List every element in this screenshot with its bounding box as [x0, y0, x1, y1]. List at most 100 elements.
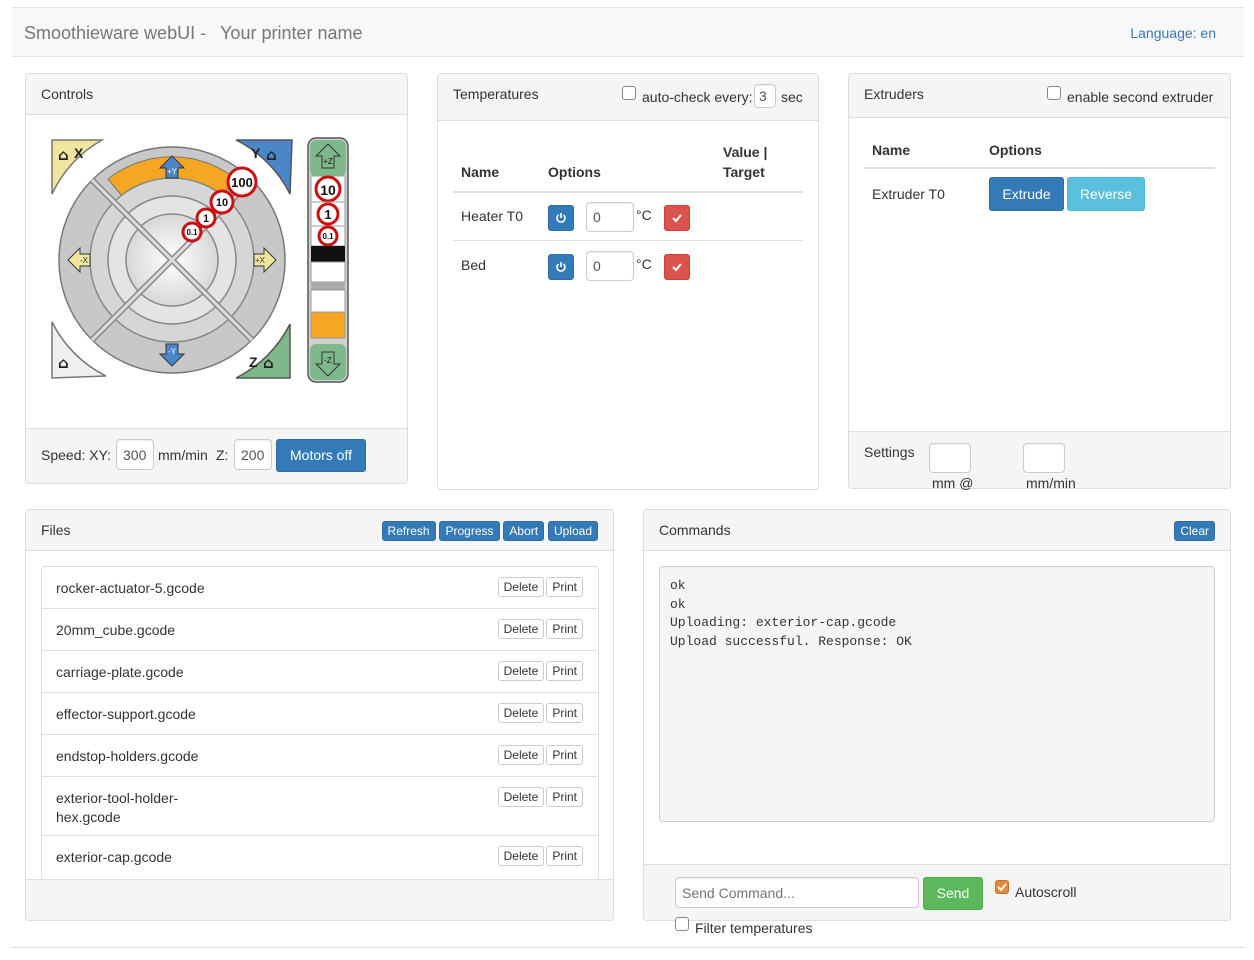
extruder-name: Extruder T0 [872, 186, 945, 202]
send-button[interactable]: Send [923, 877, 983, 910]
extrude-speed-input[interactable] [1023, 443, 1065, 473]
step-10-label: 10 [216, 197, 228, 209]
filter-temperatures-label: Filter temperatures [695, 920, 813, 936]
delete-file-button[interactable]: Delete [497, 577, 545, 597]
bed-set-button[interactable] [664, 254, 690, 280]
command-input[interactable] [675, 877, 919, 908]
print-file-button[interactable]: Print [546, 745, 583, 765]
autoscroll-checkbox[interactable] [995, 880, 1009, 894]
bed-power-button[interactable] [548, 254, 574, 280]
temp-col-options: Options [548, 164, 601, 180]
power-icon [556, 262, 566, 272]
print-file-button[interactable]: Print [546, 787, 583, 807]
file-list-item: carriage-plate.gcode Delete Print [41, 651, 597, 693]
speed-label: Speed: XY: [41, 447, 112, 463]
footer-divider [12, 947, 1244, 948]
abort-button[interactable]: Abort [503, 521, 545, 541]
z-step-01-label: 0.1 [322, 232, 334, 241]
second-extruder-label: enable second extruder [1067, 89, 1214, 105]
controls-panel: Controls +Y -Y -X +X ⌂ X Y ⌂ ⌂ Z ⌂ 100 1… [25, 73, 408, 484]
print-file-button[interactable]: Print [546, 846, 583, 866]
jog-control[interactable]: +Y -Y -X +X ⌂ X Y ⌂ ⌂ Z ⌂ 100 10 1 0.1 +… [46, 134, 358, 384]
extrude-speed-label: mm/min [1026, 475, 1076, 491]
file-list-item: effector-support.gcode Delete Print [41, 693, 597, 735]
file-name: exterior-tool-holder-hex.gcode [56, 789, 178, 827]
bed-value-input[interactable] [586, 251, 634, 281]
home-y-label: Y [251, 145, 261, 161]
delete-file-button[interactable]: Delete [497, 846, 545, 866]
check-icon [672, 263, 682, 272]
step-01-label: 0.1 [186, 228, 198, 237]
extruders-title: Extruders [864, 86, 924, 102]
autocheck-checkbox[interactable] [622, 86, 636, 100]
home-icon-z: ⌂ [263, 354, 274, 372]
extruders-footer: Settings mm @ mm/min [849, 431, 1230, 491]
print-file-button[interactable]: Print [546, 619, 583, 639]
extruder-col-name: Name [872, 142, 911, 158]
log-line: Upload successful. Response: OK [670, 633, 912, 649]
file-name-line: exterior-tool-holder- [56, 790, 179, 806]
autocheck-unit: sec [781, 89, 803, 105]
autoscroll-label: Autoscroll [1015, 884, 1077, 900]
delete-file-button[interactable]: Delete [497, 703, 545, 723]
autocheck-interval-input[interactable] [754, 84, 776, 108]
clear-button[interactable]: Clear [1174, 521, 1215, 541]
extruders-panel: Extruders enable second extruder Name Op… [848, 73, 1231, 491]
autocheck-label: auto-check every: [642, 89, 753, 105]
delete-file-button[interactable]: Delete [497, 661, 545, 681]
temperatures-title: Temperatures [453, 86, 539, 102]
heater-unit: °C [636, 207, 652, 223]
extrude-button[interactable]: Extrude [989, 177, 1064, 211]
file-name: rocker-actuator-5.gcode [56, 580, 205, 596]
heater-value-input[interactable] [586, 202, 634, 232]
heater-set-button[interactable] [664, 205, 690, 231]
delete-file-button[interactable]: Delete [497, 619, 545, 639]
delete-file-button[interactable]: Delete [497, 745, 545, 765]
extrude-mm-label: mm @ [932, 475, 974, 491]
filter-temperatures-checkbox[interactable] [675, 917, 689, 931]
minus-z-label: -Z [324, 356, 332, 365]
home-icon-all: ⌂ [58, 354, 69, 372]
z-step-1-label: 1 [324, 207, 331, 222]
extruder-col-options: Options [989, 142, 1042, 158]
files-footer [26, 879, 613, 920]
home-z-label: Z [249, 354, 258, 370]
command-log: ok ok Uploading: exterior-cap.gcode Uplo… [659, 566, 1215, 822]
minus-x-label: -X [80, 256, 89, 265]
refresh-button[interactable]: Refresh [381, 521, 436, 541]
file-list-item: endstop-holders.gcode Delete Print [41, 735, 597, 777]
motors-off-button[interactable]: Motors off [276, 439, 366, 472]
commands-heading: Commands Clear [644, 510, 1230, 551]
file-list-item: exterior-cap.gcode Delete Print [41, 836, 597, 878]
print-file-button[interactable]: Print [546, 661, 583, 681]
temp-col-target: Target [723, 164, 765, 180]
delete-file-button[interactable]: Delete [497, 787, 545, 807]
navbar: Smoothieware webUI - Your printer name La… [12, 7, 1244, 57]
second-extruder-checkbox[interactable] [1047, 86, 1061, 100]
file-name: 20mm_cube.gcode [56, 622, 176, 638]
power-icon [556, 213, 566, 223]
file-name: endstop-holders.gcode [56, 748, 199, 764]
language-selector[interactable]: Language: en [1130, 25, 1216, 41]
temp-row-bed: Bed °C [453, 242, 803, 290]
heater-power-button[interactable] [548, 205, 574, 231]
check-icon [997, 883, 1007, 892]
files-panel: Files Refresh Progress Abort Upload rock… [25, 509, 614, 921]
brand-title: Smoothieware webUI - [24, 23, 207, 43]
print-file-button[interactable]: Print [546, 703, 583, 723]
progress-button[interactable]: Progress [439, 521, 500, 541]
plus-z-label: +Z [323, 157, 333, 166]
extrude-mm-input[interactable] [929, 443, 971, 473]
log-line: ok [670, 578, 686, 593]
temp-col-name: Name [461, 164, 500, 180]
home-icon-y: ⌂ [266, 146, 277, 164]
speed-z-label: Z: [216, 447, 229, 463]
file-list-item: rocker-actuator-5.gcode Delete Print [41, 567, 597, 609]
speed-xy-input[interactable] [116, 439, 154, 470]
print-file-button[interactable]: Print [546, 577, 583, 597]
files-heading: Files Refresh Progress Abort Upload [26, 510, 613, 551]
upload-button[interactable]: Upload [547, 521, 598, 541]
reverse-button[interactable]: Reverse [1067, 177, 1145, 211]
log-line: ok [670, 596, 686, 612]
speed-z-input[interactable] [234, 439, 272, 470]
